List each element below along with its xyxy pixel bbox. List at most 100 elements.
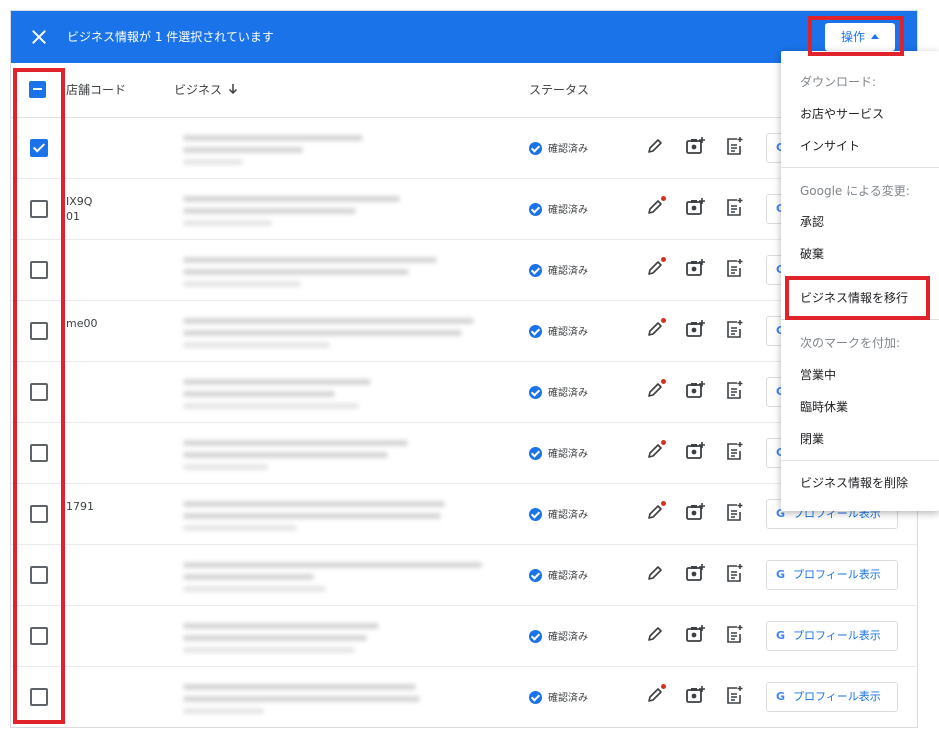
business-name-blurred[interactable] [171, 369, 501, 415]
add-photo-icon[interactable] [684, 501, 706, 523]
verified-check-icon [529, 630, 542, 643]
edit-pencil-icon[interactable] [644, 501, 666, 523]
add-photo-icon[interactable] [684, 257, 706, 279]
edit-pencil-icon[interactable] [644, 562, 666, 584]
status-label: 確認済み [548, 388, 588, 399]
store-code: 1791 [66, 500, 94, 513]
business-name-blurred[interactable] [171, 247, 501, 293]
edit-pencil-icon[interactable] [644, 440, 666, 462]
menu-item-approve[interactable]: 承認 [800, 213, 824, 230]
google-g-icon: G [776, 629, 786, 642]
business-name-blurred[interactable] [171, 125, 501, 171]
business-name-blurred[interactable] [171, 552, 501, 598]
status-verified: 確認済み [529, 628, 588, 643]
status-label: 確認済み [548, 510, 588, 521]
view-profile-button[interactable]: G プロフィール表示 [766, 621, 898, 651]
add-photo-icon[interactable] [684, 684, 706, 706]
edit-pencil-icon[interactable] [644, 684, 666, 706]
status-verified: 確認済み [529, 140, 588, 155]
menu-item-stores-services[interactable]: お店やサービス [800, 105, 884, 122]
menu-header-download: ダウンロード: [800, 75, 877, 89]
status-verified: 確認済み [529, 689, 588, 704]
add-photo-icon[interactable] [684, 379, 706, 401]
add-post-icon[interactable] [723, 318, 745, 340]
business-name-blurred[interactable] [171, 186, 501, 232]
add-post-icon[interactable] [723, 196, 745, 218]
business-name-blurred[interactable] [171, 308, 501, 354]
menu-item-temporarily-closed[interactable]: 臨時休業 [800, 398, 848, 415]
add-photo-icon[interactable] [684, 562, 706, 584]
add-post-icon[interactable] [723, 135, 745, 157]
view-profile-label: プロフィール表示 [793, 690, 881, 703]
edit-pencil-icon[interactable] [644, 196, 666, 218]
table-row[interactable]: 確認済み G プロフィール表示 [11, 544, 917, 606]
add-post-icon[interactable] [723, 257, 745, 279]
view-profile-button[interactable]: G プロフィール表示 [766, 682, 898, 712]
add-post-icon[interactable] [723, 562, 745, 584]
edit-pencil-icon[interactable] [644, 318, 666, 340]
business-name-blurred[interactable] [171, 491, 501, 537]
edit-pencil-icon[interactable] [644, 623, 666, 645]
status-label: 確認済み [548, 144, 588, 155]
highlight-transfer-item [785, 276, 930, 320]
table-row[interactable]: 確認済み G プロフィール表示 [11, 666, 917, 727]
verified-check-icon [529, 264, 542, 277]
store-code: IX9Q 01 [66, 195, 93, 223]
verified-check-icon [529, 447, 542, 460]
close-icon[interactable] [27, 25, 51, 49]
view-profile-button[interactable]: G プロフィール表示 [766, 560, 898, 590]
notification-dot [661, 257, 666, 262]
add-photo-icon[interactable] [684, 135, 706, 157]
verified-check-icon [529, 325, 542, 338]
store-code: me00 [66, 317, 98, 330]
column-header-business[interactable]: ビジネス [174, 81, 238, 98]
status-verified: 確認済み [529, 201, 588, 216]
menu-item-discard[interactable]: 破棄 [800, 245, 824, 262]
menu-item-open[interactable]: 営業中 [800, 366, 836, 383]
highlight-actions-button [808, 16, 904, 56]
menu-item-insights[interactable]: インサイト [800, 137, 860, 154]
menu-item-closed[interactable]: 閉業 [800, 430, 824, 447]
edit-pencil-icon[interactable] [644, 257, 666, 279]
status-verified: 確認済み [529, 445, 588, 460]
notification-dot [661, 501, 666, 506]
selection-count-text: ビジネス情報が 1 件選択されています [67, 30, 274, 44]
menu-divider [781, 460, 939, 461]
google-g-icon: G [776, 568, 786, 581]
notification-dot [661, 196, 666, 201]
add-post-icon[interactable] [723, 501, 745, 523]
add-photo-icon[interactable] [684, 440, 706, 462]
business-name-blurred[interactable] [171, 613, 501, 659]
add-post-icon[interactable] [723, 440, 745, 462]
status-verified: 確認済み [529, 506, 588, 521]
add-post-icon[interactable] [723, 623, 745, 645]
column-header-status: ステータス [529, 83, 590, 97]
highlight-checkbox-column [13, 68, 65, 724]
status-label: 確認済み [548, 632, 588, 643]
add-post-icon[interactable] [723, 379, 745, 401]
verified-check-icon [529, 386, 542, 399]
add-photo-icon[interactable] [684, 318, 706, 340]
verified-check-icon [529, 142, 542, 155]
menu-header-add-mark: 次のマークを付加: [800, 336, 901, 350]
add-post-icon[interactable] [723, 684, 745, 706]
view-profile-label: プロフィール表示 [793, 629, 881, 642]
business-name-blurred[interactable] [171, 430, 501, 476]
menu-item-delete-business[interactable]: ビジネス情報を削除 [800, 474, 908, 491]
status-verified: 確認済み [529, 384, 588, 399]
menu-header-google-changes: Google による変更: [800, 184, 910, 198]
column-header-business-label: ビジネス [174, 83, 223, 97]
business-name-blurred[interactable] [171, 674, 501, 720]
edit-pencil-icon[interactable] [644, 379, 666, 401]
edit-pencil-icon[interactable] [644, 135, 666, 157]
status-label: 確認済み [548, 327, 588, 338]
status-label: 確認済み [548, 449, 588, 460]
add-photo-icon[interactable] [684, 196, 706, 218]
column-header-store-code[interactable]: 店舗コード [66, 81, 126, 98]
status-verified: 確認済み [529, 262, 588, 277]
table-row[interactable]: 確認済み G プロフィール表示 [11, 605, 917, 667]
sort-arrow-down-icon [228, 84, 238, 94]
status-label: 確認済み [548, 571, 588, 582]
add-photo-icon[interactable] [684, 623, 706, 645]
verified-check-icon [529, 569, 542, 582]
